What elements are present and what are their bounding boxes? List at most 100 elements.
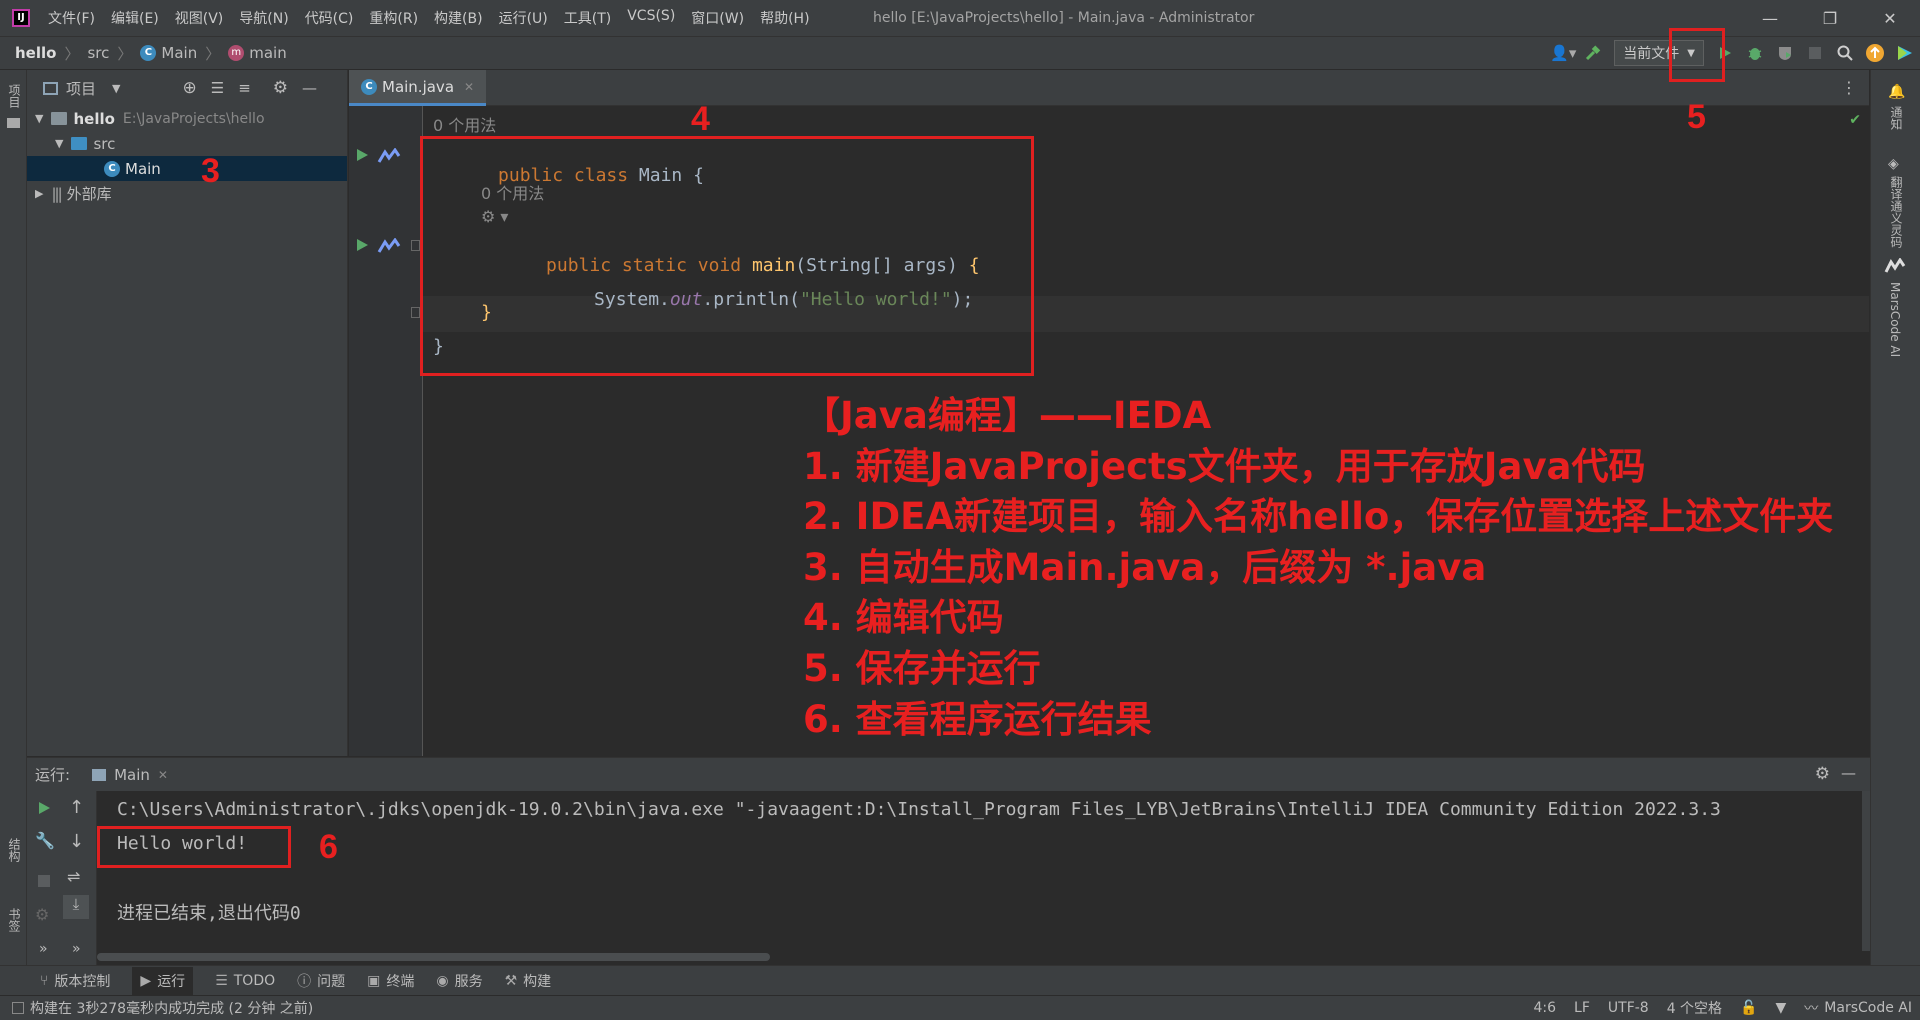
editor-tab-main[interactable]: C Main.java ✕ bbox=[349, 70, 487, 106]
expand-all-icon[interactable]: ☰ bbox=[211, 79, 224, 97]
chevron-down-icon[interactable]: ▼ bbox=[55, 137, 63, 150]
menu-tools[interactable]: 工具(T) bbox=[564, 8, 611, 28]
marscode-status[interactable]: MarsCode AI bbox=[1824, 1000, 1912, 1016]
tool-vcs[interactable]: ⑂ 版本控制 bbox=[40, 971, 110, 991]
line-separator[interactable]: LF bbox=[1574, 1000, 1590, 1016]
breadcrumb-folder[interactable]: src bbox=[87, 44, 109, 62]
chevron-down-icon[interactable]: ▼ bbox=[112, 82, 120, 95]
arrow-down-icon[interactable]: ↓ bbox=[69, 831, 84, 852]
minimize-button[interactable]: — bbox=[1740, 0, 1800, 36]
menu-vcs[interactable]: VCS(S) bbox=[627, 8, 675, 28]
breadcrumb-project[interactable]: hello bbox=[15, 44, 56, 62]
editor-tab-bar: C Main.java ✕ ⋮ bbox=[349, 70, 1869, 106]
tree-item-src[interactable]: ▼ src bbox=[27, 131, 347, 156]
menu-edit[interactable]: 编辑(E) bbox=[111, 8, 159, 28]
tool-problems[interactable]: ⓘ 问题 bbox=[297, 971, 345, 991]
bell-icon[interactable]: 🔔 bbox=[1888, 84, 1905, 100]
jetbrains-toolbox-icon[interactable] bbox=[1890, 38, 1920, 68]
tree-item-hello[interactable]: ▼ hello E:\JavaProjects\hello bbox=[27, 106, 347, 131]
tree-item-external-libraries[interactable]: ▶ ||| 外部库 bbox=[27, 181, 347, 206]
debug-button[interactable] bbox=[1740, 38, 1770, 68]
tool-tab-marscode[interactable]: MarsCode AI bbox=[1888, 282, 1902, 357]
fold-icon[interactable] bbox=[411, 240, 420, 251]
breadcrumb-class[interactable]: Main bbox=[161, 44, 197, 62]
menu-file[interactable]: 文件(F) bbox=[48, 8, 95, 28]
hide-icon[interactable]: — bbox=[302, 79, 317, 97]
run-method-gutter-icon[interactable] bbox=[355, 238, 369, 252]
update-icon[interactable] bbox=[1860, 38, 1890, 68]
menu-help[interactable]: 帮助(H) bbox=[760, 8, 809, 28]
tool-run[interactable]: ▶ 运行 bbox=[132, 966, 194, 995]
rerun-button[interactable] bbox=[37, 801, 51, 815]
menu-code[interactable]: 代码(C) bbox=[305, 8, 354, 28]
file-encoding[interactable]: UTF-8 bbox=[1608, 1000, 1649, 1016]
menu-run[interactable]: 运行(U) bbox=[499, 8, 548, 28]
collapse-all-icon[interactable]: ≡ bbox=[238, 79, 251, 97]
list-icon: ☰ bbox=[215, 972, 228, 989]
lock-icon[interactable]: 🔓 bbox=[1740, 1000, 1757, 1016]
console-line-command: C:\Users\Administrator\.jdks\openjdk-19.… bbox=[117, 799, 1721, 820]
tree-item-path: E:\JavaProjects\hello bbox=[122, 110, 265, 127]
tool-build[interactable]: ⚒ 构建 bbox=[505, 971, 552, 991]
tool-tab-project[interactable]: 项目 bbox=[6, 84, 23, 108]
close-window-button[interactable]: ✕ bbox=[1860, 0, 1920, 36]
stop-button[interactable] bbox=[1800, 38, 1830, 68]
tool-tab-notifications[interactable]: 通知 bbox=[1888, 106, 1905, 130]
usage-hint-class[interactable]: 0 个用法 bbox=[433, 112, 496, 136]
run-tab[interactable]: Main ✕ bbox=[92, 766, 168, 784]
tool-todo[interactable]: ☰ TODO bbox=[215, 973, 275, 989]
more-icon[interactable]: » bbox=[72, 941, 81, 957]
marscode-gutter-icon[interactable] bbox=[377, 238, 405, 254]
tool-services[interactable]: ◉ 服务 bbox=[436, 971, 482, 991]
stop-icon[interactable] bbox=[38, 875, 50, 887]
vertical-scrollbar[interactable] bbox=[1862, 791, 1870, 951]
marscode-status-icon[interactable]: 〰 bbox=[1804, 998, 1818, 1018]
scroll-to-end-icon[interactable]: ⤓ bbox=[63, 895, 89, 919]
run-class-gutter-icon[interactable] bbox=[355, 148, 369, 162]
gear-icon[interactable]: ⚙ bbox=[1815, 764, 1830, 784]
coverage-button[interactable] bbox=[1770, 38, 1800, 68]
horizontal-scrollbar[interactable] bbox=[97, 953, 770, 961]
gear-icon[interactable]: ⚙ bbox=[273, 78, 288, 98]
arrow-up-icon[interactable]: ↑ bbox=[69, 797, 84, 818]
account-icon[interactable]: 👤▾ bbox=[1548, 38, 1578, 68]
locate-icon[interactable]: ⊕ bbox=[182, 78, 196, 98]
breadcrumb-method[interactable]: main bbox=[249, 44, 286, 62]
menu-view[interactable]: 视图(V) bbox=[175, 8, 224, 28]
fold-icon[interactable] bbox=[411, 307, 420, 318]
menu-window[interactable]: 窗口(W) bbox=[691, 8, 744, 28]
indent-setting[interactable]: 4 个空格 bbox=[1667, 998, 1722, 1018]
build-hammer-icon[interactable] bbox=[1578, 38, 1608, 68]
menu-navigate[interactable]: 导航(N) bbox=[239, 8, 288, 28]
wrench-icon[interactable]: 🔧 bbox=[35, 831, 55, 850]
marscode-icon[interactable] bbox=[1884, 258, 1908, 274]
more-tabs-icon[interactable]: ⋮ bbox=[1841, 78, 1857, 97]
tool-tab-structure[interactable]: 结构 bbox=[6, 838, 23, 862]
tree-item-main[interactable]: C Main bbox=[27, 156, 347, 181]
plugin-status-icon[interactable]: ▼ bbox=[1776, 1000, 1787, 1016]
chevron-right-icon[interactable]: ▶ bbox=[35, 187, 43, 200]
run-console[interactable]: C:\Users\Administrator\.jdks\openjdk-19.… bbox=[97, 791, 1870, 965]
tool-tab-translate[interactable]: 翻译通义灵码 bbox=[1888, 176, 1905, 248]
restore-button[interactable]: ❐ bbox=[1800, 0, 1860, 36]
caret-position[interactable]: 4:6 bbox=[1534, 1000, 1557, 1016]
settings-icon[interactable]: ⚙ bbox=[35, 905, 49, 924]
tool-terminal[interactable]: ▣ 终端 bbox=[367, 971, 414, 991]
project-panel-title[interactable]: 项目 bbox=[66, 78, 96, 99]
close-tab-icon[interactable]: ✕ bbox=[464, 80, 474, 94]
menu-build[interactable]: 构建(B) bbox=[434, 8, 483, 28]
hide-icon[interactable]: — bbox=[1841, 764, 1856, 782]
inspection-ok-icon[interactable]: ✔ bbox=[1849, 112, 1861, 128]
status-message[interactable]: 构建在 3秒278毫秒内成功完成 (2 分钟 之前) bbox=[30, 998, 313, 1018]
step-number-3: 3 bbox=[201, 152, 220, 190]
breadcrumb: hello 〉 src 〉 C Main 〉 m main bbox=[15, 43, 287, 64]
menu-refactor[interactable]: 重构(R) bbox=[369, 8, 418, 28]
translate-icon[interactable]: ◈ bbox=[1888, 156, 1899, 172]
soft-wrap-icon[interactable]: ⇌ bbox=[67, 867, 80, 886]
more-icon[interactable]: » bbox=[39, 941, 48, 957]
search-icon[interactable] bbox=[1830, 38, 1860, 68]
close-tab-icon[interactable]: ✕ bbox=[158, 768, 168, 782]
tool-tab-bookmarks[interactable]: 书签 bbox=[6, 908, 23, 932]
marscode-gutter-icon[interactable] bbox=[377, 148, 405, 164]
chevron-down-icon[interactable]: ▼ bbox=[35, 112, 43, 125]
